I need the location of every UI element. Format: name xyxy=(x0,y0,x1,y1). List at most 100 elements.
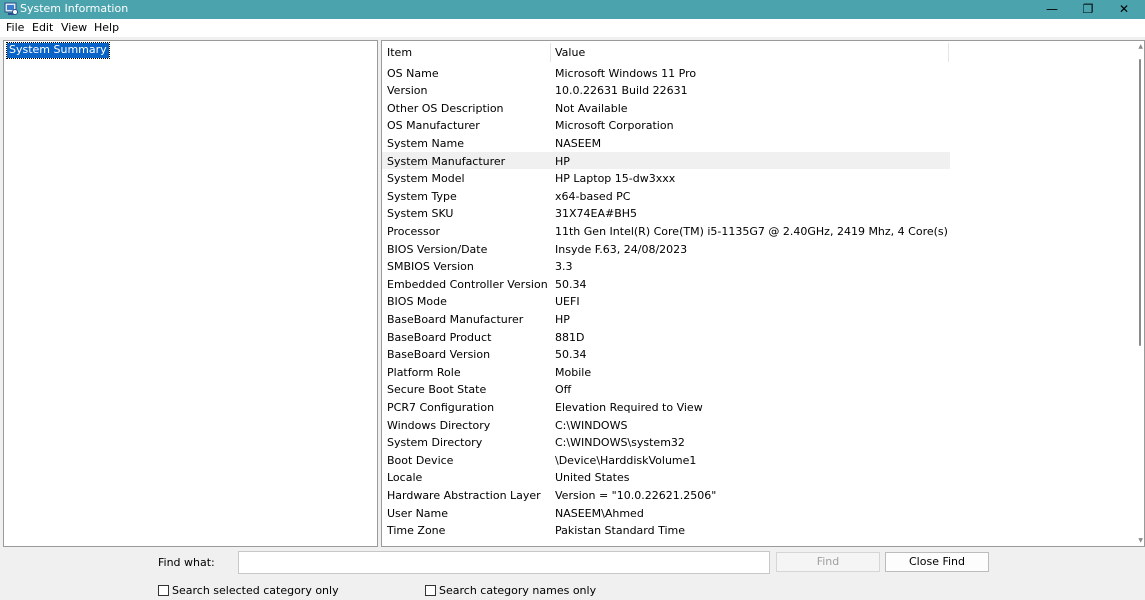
row-value: 11th Gen Intel(R) Core(TM) i5-1135G7 @ 2… xyxy=(555,224,947,238)
column-header-item[interactable]: Item xyxy=(387,43,412,62)
table-row[interactable]: Time Zone Pakistan Standard Time xyxy=(382,521,950,539)
row-item: OS Name xyxy=(387,66,439,80)
find-button[interactable]: Find xyxy=(776,552,880,572)
row-value: Off xyxy=(555,383,572,397)
row-item: System Manufacturer xyxy=(387,154,506,168)
table-row[interactable]: Processor 11th Gen Intel(R) Core(TM) i5-1… xyxy=(382,222,950,240)
column-header-value[interactable]: Value xyxy=(555,43,585,62)
table-row[interactable]: PCR7 Configuration Elevation Required to … xyxy=(382,398,950,416)
checkbox-box[interactable] xyxy=(425,585,436,596)
scroll-down-arrow-icon[interactable]: ▼ xyxy=(1138,537,1143,544)
menu-help[interactable]: Help xyxy=(94,21,119,34)
row-item: SMBIOS Version xyxy=(387,260,474,274)
row-value: HP xyxy=(555,154,570,168)
table-row[interactable]: System Type x64-based PC xyxy=(382,187,950,205)
tree-item-system-summary[interactable]: System Summary xyxy=(6,42,110,59)
row-value: 3.3 xyxy=(555,260,573,274)
row-item: Version xyxy=(387,84,428,98)
row-value: HP Laptop 15-dw3xxx xyxy=(555,172,676,186)
table-row[interactable]: Locale United States xyxy=(382,468,950,486)
table-row[interactable]: System Model HP Laptop 15-dw3xxx xyxy=(382,169,950,187)
row-value: Pakistan Standard Time xyxy=(555,524,686,538)
row-item: Boot Device xyxy=(387,453,454,467)
scroll-up-arrow-icon[interactable]: ▲ xyxy=(1138,43,1143,50)
find-input[interactable] xyxy=(238,551,770,574)
row-value: \Device\HarddiskVolume1 xyxy=(555,453,697,467)
table-row[interactable]: BaseBoard Version 50.34 xyxy=(382,345,950,363)
row-value: Microsoft Corporation xyxy=(555,119,674,133)
row-item: Hardware Abstraction Layer xyxy=(387,488,541,502)
row-value: C:\WINDOWS\system32 xyxy=(555,436,685,450)
close-button[interactable]: ✕ xyxy=(1104,0,1144,19)
close-find-button[interactable]: Close Find xyxy=(885,552,989,572)
row-item: BIOS Mode xyxy=(387,295,447,309)
table-row[interactable]: Windows Directory C:\WINDOWS xyxy=(382,416,950,434)
minimize-button[interactable]: — xyxy=(1032,0,1072,19)
table-row[interactable]: BaseBoard Product 881D xyxy=(382,328,950,346)
category-tree[interactable]: System Summary xyxy=(3,40,378,547)
details-list[interactable]: Item Value OS Name Microsoft Windows 11 P… xyxy=(381,40,1145,547)
table-row[interactable]: BIOS Mode UEFI xyxy=(382,292,950,310)
row-item: Other OS Description xyxy=(387,101,504,115)
menu-edit[interactable]: Edit xyxy=(32,21,53,34)
row-item: System SKU xyxy=(387,207,454,221)
table-row[interactable]: User Name NASEEM\Ahmed xyxy=(382,504,950,522)
table-row[interactable]: OS Manufacturer Microsoft Corporation xyxy=(382,116,950,134)
column-divider[interactable] xyxy=(550,43,551,62)
row-value: Microsoft Windows 11 Pro xyxy=(555,66,697,80)
table-row[interactable]: Secure Boot State Off xyxy=(382,380,950,398)
row-value: HP xyxy=(555,312,570,326)
row-value: C:\WINDOWS xyxy=(555,418,628,432)
row-item: Locale xyxy=(387,471,423,485)
row-item: Time Zone xyxy=(387,524,446,538)
row-item: Processor xyxy=(387,224,440,238)
row-item: BaseBoard Version xyxy=(387,348,491,362)
table-row[interactable]: Platform Role Mobile xyxy=(382,363,950,381)
checkbox-label: Search selected category only xyxy=(172,584,339,597)
system-information-app-icon xyxy=(4,2,18,15)
row-value: Insyde F.63, 24/08/2023 xyxy=(555,242,688,256)
table-row[interactable]: System Directory C:\WINDOWS\system32 xyxy=(382,433,950,451)
row-item: Windows Directory xyxy=(387,418,491,432)
menu-file[interactable]: File xyxy=(6,21,24,34)
menu-view[interactable]: View xyxy=(61,21,87,34)
row-item: System Type xyxy=(387,189,457,203)
row-value: x64-based PC xyxy=(555,189,631,203)
row-value: Elevation Required to View xyxy=(555,400,703,414)
row-value: UEFI xyxy=(555,295,580,309)
row-item: User Name xyxy=(387,506,449,520)
row-item: BaseBoard Manufacturer xyxy=(387,312,524,326)
vertical-scrollbar[interactable]: ▲ ▼ xyxy=(1134,41,1144,546)
table-row[interactable]: OS Name Microsoft Windows 11 Pro xyxy=(382,64,950,82)
table-row[interactable]: Other OS Description Not Available xyxy=(382,99,950,117)
row-item: Embedded Controller Version xyxy=(387,277,548,291)
menu-bar: File Edit View Help xyxy=(0,19,1145,37)
row-value: Mobile xyxy=(555,365,592,379)
row-value: 50.34 xyxy=(555,348,587,362)
table-row[interactable]: System SKU 31X74EA#BH5 xyxy=(382,204,950,222)
table-row[interactable]: System Manufacturer HP xyxy=(382,151,950,170)
table-row[interactable]: BIOS Version/Date Insyde F.63, 24/08/2023 xyxy=(382,240,950,258)
table-row[interactable]: BaseBoard Manufacturer HP xyxy=(382,310,950,328)
table-row[interactable]: Boot Device \Device\HarddiskVolume1 xyxy=(382,451,950,469)
maximize-button[interactable]: ❐ xyxy=(1068,0,1108,19)
row-item: System Name xyxy=(387,136,464,150)
row-item: Secure Boot State xyxy=(387,383,487,397)
table-row[interactable]: System Name NASEEM xyxy=(382,134,950,152)
row-item: PCR7 Configuration xyxy=(387,400,495,414)
checkbox-box[interactable] xyxy=(158,585,169,596)
table-row[interactable]: SMBIOS Version 3.3 xyxy=(382,257,950,275)
row-item: Platform Role xyxy=(387,365,461,379)
table-row[interactable]: Embedded Controller Version 50.34 xyxy=(382,275,950,293)
scroll-thumb[interactable] xyxy=(1139,59,1141,346)
table-row[interactable]: Version 10.0.22631 Build 22631 xyxy=(382,81,950,99)
row-value: Not Available xyxy=(555,101,628,115)
row-value: United States xyxy=(555,471,630,485)
table-row[interactable]: Hardware Abstraction Layer Version = "10.… xyxy=(382,486,950,504)
title-bar: System Information — ❐ ✕ xyxy=(0,0,1145,19)
row-value: NASEEM xyxy=(555,136,602,150)
row-value: 881D xyxy=(555,330,585,344)
row-item: BaseBoard Product xyxy=(387,330,492,344)
column-divider[interactable] xyxy=(948,43,949,62)
row-item: System Directory xyxy=(387,436,483,450)
